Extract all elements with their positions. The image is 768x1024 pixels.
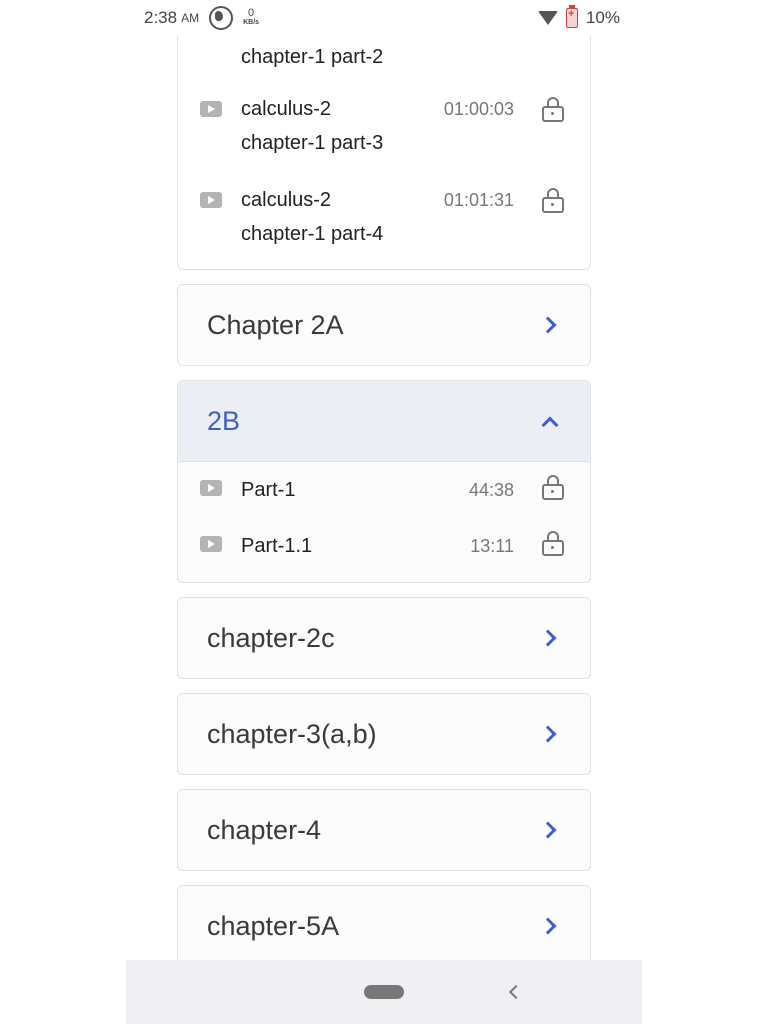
chapter-card[interactable]: chapter-4 (177, 789, 591, 871)
lesson-title: chapter-1 part-2 (241, 36, 431, 74)
home-button[interactable] (364, 985, 404, 999)
wifi-icon (537, 11, 558, 25)
back-icon[interactable] (508, 984, 524, 1000)
chapter-card[interactable]: chapter-2c (177, 597, 591, 679)
chapter-header[interactable]: chapter-2c (178, 598, 590, 678)
lesson-title: Part-1 (241, 479, 296, 501)
status-right: 10% (537, 5, 642, 28)
lesson-title: Part-1.1 (241, 535, 313, 557)
chapter-header[interactable]: chapter-5A (178, 886, 590, 960)
chapter-header[interactable]: chapter-4 (178, 790, 590, 870)
lock-icon (542, 97, 564, 122)
chevron-up-icon (541, 416, 559, 434)
lesson-item[interactable]: calculus-2 chapter-1 part-3 01:00:03 (178, 92, 590, 183)
status-time: 2:38 (144, 8, 178, 27)
lesson-duration: 01:01:31 (443, 190, 514, 210)
lock-icon (542, 188, 564, 213)
chevron-right-icon (539, 629, 557, 647)
course-content-screen: chapter-1 part-2 calculus-2 chapter-1 pa… (126, 36, 642, 960)
chapter-title: chapter-2c (207, 622, 335, 653)
lesson-title: calculus-2 chapter-1 part-4 (241, 183, 431, 251)
chapter-card[interactable]: Chapter 2A (177, 284, 591, 366)
network-speed-unit: KB/s (243, 19, 260, 26)
lesson-title-line2: chapter-1 part-2 (241, 46, 384, 68)
chapter-card-expanded-partial: chapter-1 part-2 calculus-2 chapter-1 pa… (177, 36, 591, 270)
chapter-list[interactable]: chapter-1 part-2 calculus-2 chapter-1 pa… (177, 36, 591, 960)
lesson-title-line2: chapter-1 part-3 (241, 132, 384, 154)
play-video-icon (200, 101, 222, 117)
chevron-right-icon (539, 917, 557, 935)
chapter-title: Chapter 2A (207, 309, 344, 340)
chapter-card-expanded[interactable]: 2B Part-1 44:38 Part-1.1 13:11 (177, 380, 591, 583)
status-ampm: AM (181, 11, 200, 25)
chapter-card[interactable]: chapter-5A (177, 885, 591, 960)
chapter-card[interactable]: chapter-3(a,b) (177, 693, 591, 775)
network-speed: 0 KB/s (243, 7, 260, 27)
lesson-title-line1: calculus-2 (241, 98, 332, 120)
status-bar: 2:38 AM 0 KB/s 10% (126, 0, 642, 36)
globe-icon (209, 6, 234, 30)
chapter-header[interactable]: 2B (178, 381, 590, 462)
lesson-title: calculus-2 chapter-1 part-3 (241, 92, 431, 160)
lesson-item[interactable]: calculus-2 chapter-1 part-4 01:01:31 (178, 183, 590, 269)
lesson-title-line2: chapter-1 part-4 (241, 223, 384, 245)
play-video-icon (200, 192, 222, 208)
lock-icon (542, 475, 564, 500)
play-video-icon (200, 480, 222, 496)
system-navigation-bar (126, 960, 642, 1024)
chapter-title: chapter-3(a,b) (207, 718, 377, 749)
status-left: 2:38 AM 0 KB/s (126, 6, 259, 30)
play-video-icon (200, 536, 222, 552)
chevron-right-icon (539, 316, 557, 334)
chapter-header[interactable]: chapter-3(a,b) (178, 694, 590, 774)
lesson-duration: 13:11 (470, 536, 514, 556)
lesson-item[interactable]: chapter-1 part-2 (178, 36, 590, 92)
chapter-title: chapter-4 (207, 814, 322, 845)
lesson-item[interactable]: Part-1.1 13:11 (178, 531, 590, 576)
lesson-list: Part-1 44:38 Part-1.1 13:11 (178, 462, 590, 582)
chapter-title: chapter-5A (207, 910, 340, 941)
network-speed-value: 0 (248, 7, 255, 19)
battery-icon (565, 5, 578, 28)
lock-icon (542, 531, 564, 556)
lesson-duration: 44:38 (468, 480, 514, 500)
battery-percent: 10% (585, 8, 620, 27)
chevron-right-icon (539, 725, 557, 743)
chapter-title: 2B (207, 405, 241, 436)
lesson-title-line1: calculus-2 (241, 189, 332, 211)
lesson-item[interactable]: Part-1 44:38 (178, 475, 590, 532)
lesson-duration: 01:00:03 (443, 99, 514, 119)
chevron-right-icon (539, 821, 557, 839)
chapter-header[interactable]: Chapter 2A (178, 285, 590, 365)
